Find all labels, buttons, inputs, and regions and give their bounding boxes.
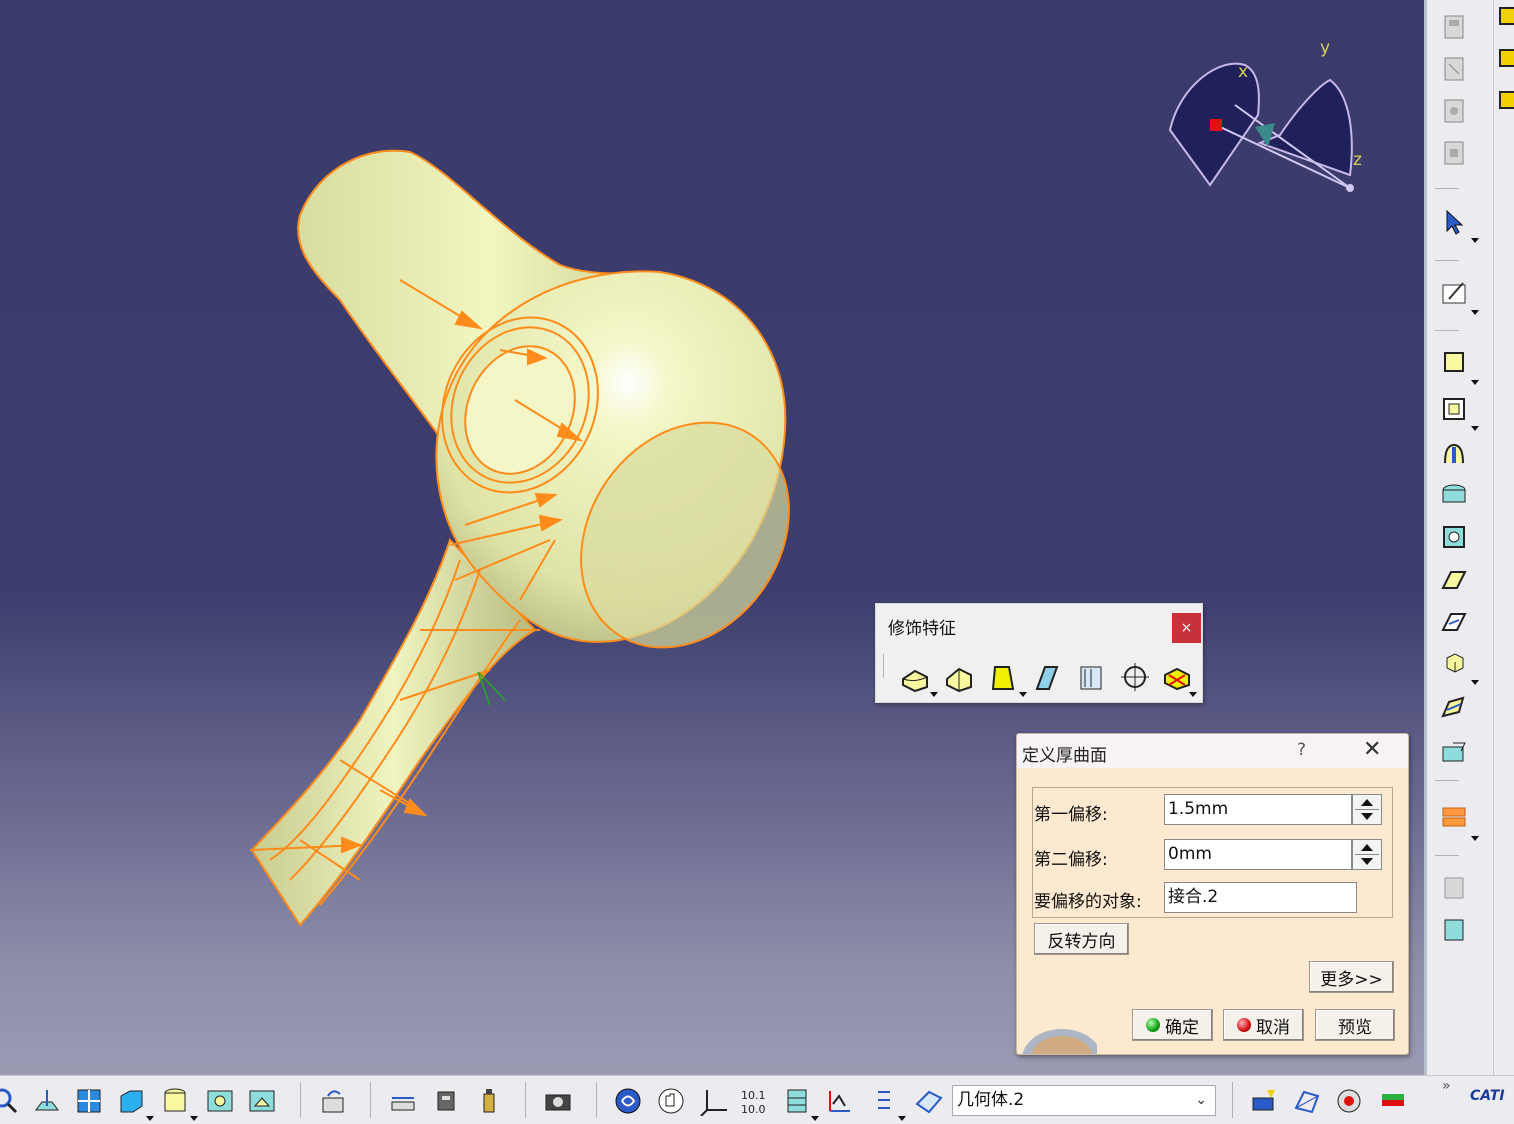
shell-icon[interactable] — [1030, 660, 1064, 694]
body-selector-value: 几何体.2 — [957, 1090, 1025, 1110]
select-arrow-icon[interactable] — [1437, 205, 1471, 239]
draft-icon[interactable] — [986, 660, 1020, 694]
capture-icon[interactable] — [541, 1084, 575, 1118]
hole-icon[interactable] — [1437, 520, 1471, 554]
cancel-button[interactable]: 取消 — [1223, 1009, 1304, 1041]
fillet-icon[interactable] — [898, 660, 932, 694]
dialog-title: 定义厚曲面 — [1022, 746, 1107, 766]
iso-view-icon[interactable] — [114, 1084, 148, 1118]
svg-text:10.0: 10.0 — [741, 1103, 766, 1116]
pocket-icon[interactable] — [1437, 392, 1471, 426]
thread-icon[interactable] — [1118, 660, 1152, 694]
hide-show-icon[interactable] — [203, 1084, 237, 1118]
first-offset-spinner[interactable] — [1352, 794, 1382, 825]
compass-y-label: y — [1320, 38, 1331, 58]
dress-up-features-toolbar: 修饰特征 × — [875, 603, 1203, 703]
compass-z-label: z — [1353, 150, 1362, 170]
more-button[interactable]: 更多>> — [1309, 961, 1394, 993]
cancel-icon — [1237, 1018, 1251, 1032]
preview-button[interactable]: 预览 — [1315, 1009, 1395, 1041]
brand-logo: CATI — [1470, 1088, 1505, 1104]
swap-visible-space-icon[interactable] — [245, 1084, 279, 1118]
define-thick-surface-dialog: 定义厚曲面 ? ✕ 第一偏移: 1.5mm 第二偏移: 0mm 要偏移的对象: … — [1016, 733, 1409, 1055]
multi-view-icon[interactable] — [72, 1084, 106, 1118]
measure-inertia-icon[interactable] — [472, 1084, 506, 1118]
transformation-icon[interactable] — [1437, 800, 1471, 834]
origin-marker — [477, 671, 506, 706]
compass-widget[interactable] — [1160, 35, 1370, 205]
bottom-toolbar: 10.1 10.0 几何体.2 ⌄ » CATI — [0, 1075, 1514, 1124]
boolean-icon[interactable] — [1437, 870, 1471, 904]
remove-face-icon[interactable] — [1160, 660, 1194, 694]
thickness-icon[interactable] — [1074, 660, 1108, 694]
insert-icon[interactable] — [1437, 10, 1471, 44]
add-body-icon[interactable] — [1247, 1084, 1281, 1118]
geometry-group-icon[interactable] — [1437, 136, 1471, 170]
axis-system-icon[interactable] — [697, 1084, 731, 1118]
fly-mode-icon[interactable] — [611, 1084, 645, 1118]
cube-yellow-icon-2[interactable] — [1488, 42, 1514, 76]
multi-section-solid-icon[interactable] — [1437, 690, 1471, 724]
svg-text:10.1: 10.1 — [741, 1089, 766, 1102]
zoom-icon[interactable] — [0, 1084, 22, 1118]
scale-icon[interactable]: 10.1 10.0 — [737, 1084, 771, 1118]
compass-x-label: x — [1238, 62, 1249, 82]
measure-between-icon[interactable] — [386, 1084, 420, 1118]
sketch-group-icon[interactable] — [1437, 52, 1471, 86]
reverse-direction-button[interactable]: 反转方向 — [1034, 923, 1129, 955]
cube-yellow-icon-3[interactable] — [1488, 84, 1514, 118]
second-offset-field[interactable]: 0mm — [1164, 839, 1352, 870]
slot-icon[interactable] — [1437, 604, 1471, 638]
normal-view-icon[interactable] — [30, 1084, 64, 1118]
solid-combine-icon[interactable] — [1437, 646, 1471, 680]
update-icon[interactable] — [316, 1084, 350, 1118]
help-button[interactable]: ? — [1297, 740, 1306, 760]
second-offset-spinner[interactable] — [1352, 839, 1382, 870]
dialog-titlebar[interactable]: 定义厚曲面 ? ✕ — [1017, 734, 1408, 768]
first-offset-label: 第一偏移: — [1034, 805, 1108, 825]
shading-icon[interactable] — [158, 1084, 192, 1118]
wireframe-icon[interactable] — [1290, 1084, 1324, 1118]
chamfer-icon[interactable] — [942, 660, 976, 694]
handle-surface — [250, 538, 537, 927]
ok-button[interactable]: 确定 — [1132, 1009, 1213, 1041]
dialog-close-button[interactable]: ✕ — [1363, 737, 1381, 762]
analysis-icon[interactable] — [823, 1084, 857, 1118]
tree-expand-icon[interactable] — [866, 1084, 900, 1118]
right-toolbar — [1424, 0, 1514, 1075]
shaft-icon[interactable] — [1437, 437, 1471, 471]
part-body-icon[interactable] — [911, 1084, 945, 1118]
toolbar-grip[interactable] — [883, 654, 887, 678]
body-group-icon[interactable] — [1437, 94, 1471, 128]
rib-icon[interactable] — [1437, 562, 1471, 596]
ok-icon — [1146, 1018, 1160, 1032]
second-offset-label: 第二偏移: — [1034, 850, 1108, 870]
toolbar-title: 修饰特征 — [888, 619, 956, 639]
ok-button-label: 确定 — [1165, 1017, 1199, 1038]
render-icon[interactable] — [1332, 1084, 1366, 1118]
material-icon[interactable] — [1376, 1084, 1410, 1118]
dress-up-icon[interactable] — [1437, 912, 1471, 946]
view-mode-icon[interactable] — [780, 1084, 814, 1118]
dialog-watermark — [1022, 1029, 1097, 1054]
surface-based-icon[interactable] — [1437, 735, 1471, 769]
groove-icon[interactable] — [1437, 478, 1471, 512]
cube-yellow-icon-1[interactable] — [1488, 0, 1514, 34]
sketch-icon[interactable] — [1437, 275, 1471, 309]
toolbar-close-button[interactable]: × — [1172, 613, 1201, 643]
overflow-icon[interactable]: » — [1442, 1078, 1451, 1094]
first-offset-field[interactable]: 1.5mm — [1164, 794, 1352, 825]
object-to-offset-field[interactable]: 接合.2 — [1164, 882, 1357, 913]
chevron-down-icon: ⌄ — [1195, 1092, 1207, 1108]
body-selector-combo[interactable]: 几何体.2 ⌄ — [952, 1085, 1216, 1116]
pan-icon[interactable] — [654, 1084, 688, 1118]
object-to-offset-label: 要偏移的对象: — [1034, 892, 1142, 912]
measure-item-icon[interactable] — [430, 1084, 464, 1118]
cancel-button-label: 取消 — [1256, 1017, 1290, 1038]
pad-icon[interactable] — [1437, 345, 1471, 379]
